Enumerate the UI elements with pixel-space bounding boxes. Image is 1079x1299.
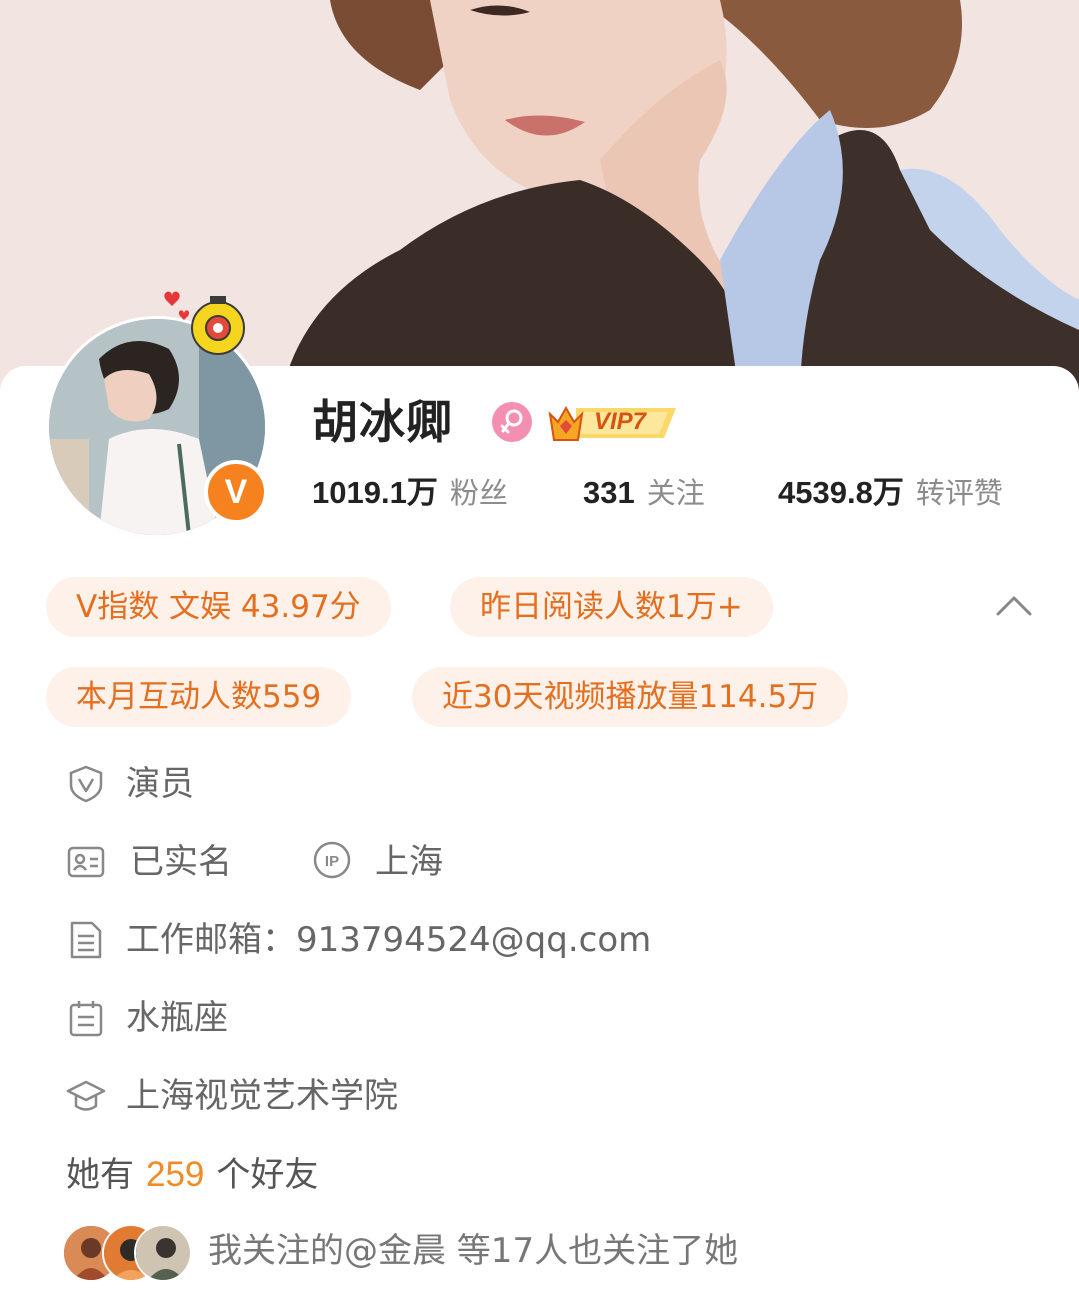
profile-name: 胡冰卿 [312, 395, 453, 449]
ip-location-icon: IP [313, 841, 351, 879]
verified-badge[interactable]: V [204, 460, 268, 524]
chip-yesterday-reads[interactable]: 昨日阅读人数1万+ [450, 577, 773, 637]
stat-label: 关注 [646, 476, 705, 510]
shield-v-icon [69, 765, 103, 803]
stat-followers[interactable]: 1019.1万 粉丝 [312, 470, 508, 516]
chip-v-index[interactable]: V指数 文娱 43.97分 [46, 577, 391, 637]
friends-summary[interactable]: 她有 259 个好友 [66, 1152, 318, 1198]
ip-location-text: 上海 [375, 842, 443, 882]
friends-suffix: 个好友 [216, 1155, 319, 1195]
occupation-text: 演员 [126, 764, 194, 804]
chip-video-plays[interactable]: 近30天视频播放量114.5万 [412, 667, 849, 727]
female-icon [492, 402, 532, 442]
calendar-icon [69, 1001, 103, 1037]
mutual-avatar[interactable] [134, 1224, 192, 1282]
work-email-text[interactable]: 工作邮箱：913794524@qq.com [126, 918, 651, 962]
chip-monthly-interactions[interactable]: 本月互动人数559 [46, 667, 352, 727]
stat-value: 4539.8万 [778, 475, 904, 510]
profile-page: V 胡冰卿 VIP7 1019.1万 粉丝 331 关注 4539.8万 转评赞 V指… [0, 0, 1079, 1299]
school-text[interactable]: 上海视觉艺术学院 [126, 1074, 398, 1118]
chevron-up-icon[interactable] [994, 590, 1034, 620]
friends-count: 259 [146, 1155, 205, 1194]
stat-label: 粉丝 [449, 476, 508, 510]
mutual-follow-text[interactable]: 我关注的@金晨 等17人也关注了她 [208, 1228, 738, 1274]
graduation-cap-icon [66, 1080, 106, 1111]
friends-prefix: 她有 [66, 1155, 134, 1195]
id-card-icon [67, 846, 105, 878]
vip-level-label: VIP7 [594, 408, 647, 435]
stat-label: 转评赞 [915, 476, 1003, 510]
avatar-pendant-icon [164, 291, 245, 355]
zodiac-text: 水瓶座 [126, 998, 228, 1038]
stat-following[interactable]: 331 关注 [583, 470, 705, 516]
stat-reposts-comments-likes[interactable]: 4539.8万 转评赞 [778, 470, 1003, 516]
stat-value: 1019.1万 [312, 475, 438, 510]
real-name-text: 已实名 [130, 842, 232, 882]
svg-text:IP: IP [325, 853, 339, 870]
stat-value: 331 [583, 475, 635, 510]
document-icon [70, 921, 102, 959]
